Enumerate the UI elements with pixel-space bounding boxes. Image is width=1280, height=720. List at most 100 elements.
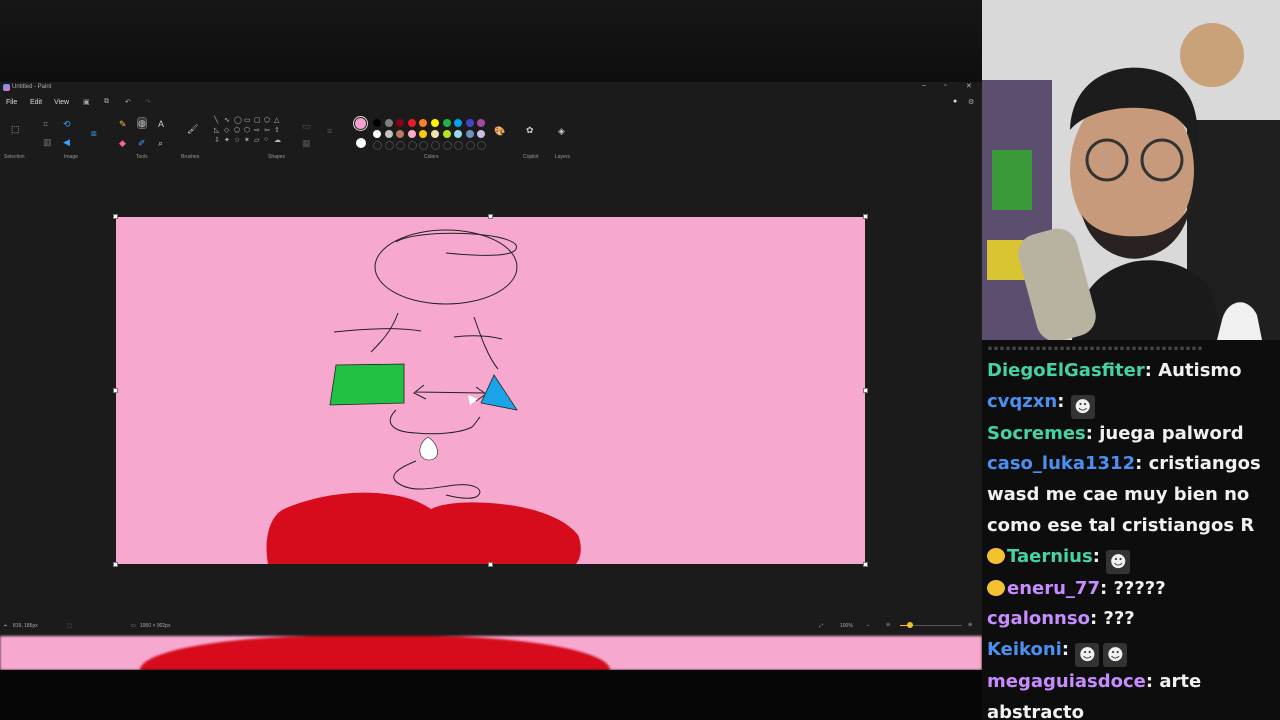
zoom-dropdown-icon[interactable]: ⌄: [866, 622, 870, 628]
chat-username[interactable]: megaguiasdoce: [987, 671, 1146, 692]
line-shape-icon[interactable]: ╲: [214, 116, 224, 126]
pentagon-shape-icon[interactable]: ⬠: [234, 126, 244, 136]
palette-color-19[interactable]: [465, 130, 474, 138]
menu-file[interactable]: File: [6, 99, 17, 106]
palette-color-17[interactable]: [442, 130, 451, 138]
primary-color-swatch[interactable]: [353, 116, 368, 131]
rectangle-shape-icon[interactable]: ▭: [244, 116, 254, 126]
down-arrow-shape-icon[interactable]: ⇩: [214, 136, 224, 146]
cloud-callout-shape-icon[interactable]: ☁: [274, 136, 284, 146]
save-icon[interactable]: ▣: [83, 98, 90, 106]
chat-username[interactable]: DiegoElGasfiter: [987, 360, 1145, 381]
six-star-shape-icon[interactable]: ✶: [244, 136, 254, 146]
chat-username[interactable]: cgalonnso: [987, 608, 1090, 629]
chat-username[interactable]: Taernius: [1007, 546, 1093, 567]
palette-color-4[interactable]: [407, 119, 416, 127]
resize-handle-right[interactable]: [863, 388, 868, 393]
chat-username[interactable]: eneru_77: [1007, 578, 1100, 599]
palette-color-12[interactable]: [384, 130, 393, 138]
resize-handle-top-left[interactable]: [113, 214, 118, 219]
chat-emote-icon[interactable]: ☻: [1075, 642, 1100, 667]
resize-icon[interactable]: ▥: [43, 137, 52, 147]
size-icon[interactable]: ≡: [327, 126, 332, 136]
chat-username[interactable]: cvqzxn: [987, 391, 1057, 412]
edit-colors-icon[interactable]: 🎨: [494, 126, 505, 136]
five-star-shape-icon[interactable]: ☆: [234, 136, 244, 146]
eraser-icon[interactable]: ◆: [119, 138, 126, 148]
rotate-icon[interactable]: ⟲: [63, 119, 71, 129]
zoom-slider-thumb[interactable]: [907, 622, 913, 628]
outline-icon[interactable]: ▭: [302, 121, 311, 131]
chat-emote-icon[interactable]: ☻: [1070, 394, 1095, 419]
drawing-canvas[interactable]: [116, 217, 865, 564]
polygon-shape-icon[interactable]: ⬠: [264, 116, 274, 126]
image-select-icon[interactable]: ⧈: [91, 128, 97, 138]
minimize-button[interactable]: –: [922, 82, 926, 89]
layers-icon[interactable]: ◈: [558, 126, 565, 136]
flip-icon[interactable]: ◀: [63, 137, 70, 147]
triangle-shape-icon[interactable]: △: [274, 116, 284, 126]
palette-color-14[interactable]: [407, 130, 416, 138]
fill-icon[interactable]: ◍: [137, 117, 147, 129]
maximize-button[interactable]: ▫: [944, 82, 946, 89]
settings-icon[interactable]: ⚙: [968, 98, 974, 106]
share-icon[interactable]: ⧉: [104, 98, 109, 106]
rounded-rect-shape-icon[interactable]: ▢: [254, 116, 264, 126]
oval-callout-shape-icon[interactable]: ○: [264, 136, 274, 146]
resize-handle-bottom-right[interactable]: [863, 562, 868, 567]
undo-icon[interactable]: ↶: [125, 98, 131, 106]
palette-color-11[interactable]: [373, 130, 381, 138]
brush-icon[interactable]: 🖌: [187, 124, 198, 134]
menu-view[interactable]: View: [54, 99, 69, 106]
resize-handle-top[interactable]: [488, 214, 493, 219]
oval-shape-icon[interactable]: ◯: [234, 116, 244, 126]
palette-color-1[interactable]: [373, 119, 381, 127]
resize-handle-top-right[interactable]: [863, 214, 868, 219]
right-triangle-shape-icon[interactable]: ◺: [214, 126, 224, 136]
curve-shape-icon[interactable]: ∿: [224, 116, 234, 126]
magnifier-icon[interactable]: ⌕: [158, 138, 163, 148]
callout-shape-icon[interactable]: ▱: [254, 136, 264, 146]
fill-shape-icon[interactable]: ▦: [302, 138, 311, 148]
account-icon[interactable]: ●: [953, 98, 957, 105]
color-picker-icon[interactable]: ✐: [138, 138, 146, 148]
text-icon[interactable]: A: [158, 119, 164, 129]
custom-color-slot[interactable]: [407, 141, 417, 150]
zoom-out-icon[interactable]: ⊖: [886, 622, 890, 628]
redo-icon[interactable]: ↷: [145, 98, 151, 106]
chat-emote-icon[interactable]: ☻: [1106, 549, 1131, 574]
secondary-color-swatch[interactable]: [356, 138, 366, 148]
custom-color-slot[interactable]: [384, 141, 394, 150]
crop-icon[interactable]: ⌗: [43, 119, 48, 129]
palette-color-2[interactable]: [384, 119, 393, 127]
pencil-icon[interactable]: ✎: [119, 119, 127, 129]
fit-to-window-icon[interactable]: ⤢: [819, 623, 823, 629]
selection-icon[interactable]: ⬚: [11, 124, 20, 134]
chat-username[interactable]: Keikoni: [987, 639, 1062, 660]
menu-edit[interactable]: Edit: [30, 99, 42, 106]
up-arrow-shape-icon[interactable]: ⇧: [274, 126, 284, 136]
close-button[interactable]: ✕: [966, 82, 972, 90]
palette-color-16[interactable]: [431, 130, 439, 138]
palette-color-7[interactable]: [442, 119, 451, 127]
right-arrow-shape-icon[interactable]: ⇨: [254, 126, 264, 136]
resize-handle-bottom-left[interactable]: [113, 562, 118, 567]
hexagon-shape-icon[interactable]: ⬡: [244, 126, 254, 136]
copilot-icon[interactable]: ✿: [526, 125, 534, 135]
resize-handle-left[interactable]: [113, 388, 118, 393]
zoom-level[interactable]: 100%: [840, 623, 853, 629]
chat-username[interactable]: caso_luka1312: [987, 453, 1135, 474]
four-star-shape-icon[interactable]: ✦: [224, 136, 234, 146]
shapes-gallery[interactable]: ╲ ∿ ◯ ▭ ▢ ⬠ △ ◺ ◇ ⬠ ⬡ ⇨ ⇦ ⇧ ⇩ ✦ ☆ ✶ ▱ ○ ☁: [214, 116, 290, 150]
resize-handle-bottom[interactable]: [488, 562, 493, 567]
diamond-shape-icon[interactable]: ◇: [224, 126, 234, 136]
left-arrow-shape-icon[interactable]: ⇦: [264, 126, 274, 136]
custom-color-slot[interactable]: [442, 141, 452, 150]
chat-emote-icon[interactable]: ☻: [1103, 642, 1128, 667]
zoom-in-icon[interactable]: ⊕: [968, 622, 972, 628]
chat-username[interactable]: Socremes: [987, 423, 1086, 444]
custom-color-slot[interactable]: [465, 141, 475, 150]
custom-color-slot[interactable]: [373, 141, 382, 150]
palette-color-9[interactable]: [465, 119, 474, 127]
palette-color-6[interactable]: [431, 119, 439, 127]
